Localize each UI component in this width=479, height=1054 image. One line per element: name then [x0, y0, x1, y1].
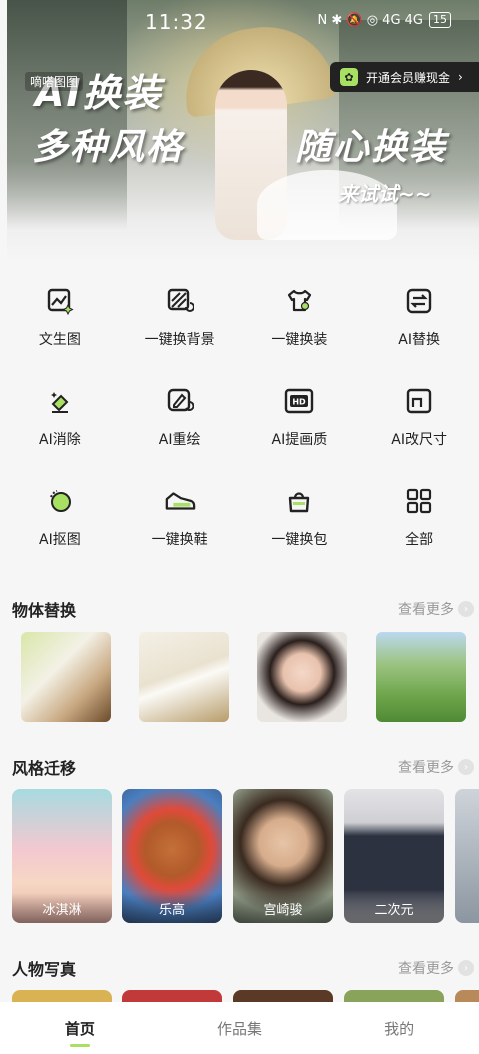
tool-shoe[interactable]: 一键换鞋	[120, 485, 240, 552]
eraser-icon	[44, 385, 76, 417]
tool-label: AI消除	[39, 432, 81, 448]
banner-subtitle-left: 多种风格	[32, 127, 185, 168]
status-icons: N ✱ 🔕 ◎ 4G 4G 15	[317, 12, 451, 28]
section-title: 风格迁移	[12, 759, 77, 778]
style-card[interactable]: 冰淇淋	[12, 789, 112, 923]
svg-text:HD: HD	[293, 398, 307, 407]
cutout-icon	[44, 485, 76, 517]
section-style-transfer: 风格迁移 查看更多 ›	[12, 755, 474, 779]
object-replace-list	[0, 632, 479, 722]
nav-home[interactable]: 首页	[20, 1018, 140, 1047]
bag-icon	[283, 485, 315, 517]
style-card-caption: 宫崎骏	[233, 893, 333, 923]
tool-label: 全部	[405, 532, 434, 548]
vip-badge-icon: ✿	[340, 68, 358, 86]
view-more-label: 查看更多	[398, 602, 454, 618]
resize-icon	[403, 385, 435, 417]
tool-replace[interactable]: AI替换	[359, 285, 479, 352]
tool-eraser[interactable]: AI消除	[0, 385, 120, 452]
section-title: 人物写真	[12, 960, 77, 979]
style-card-caption: 乐高	[122, 893, 222, 923]
status-time: 11:32	[145, 10, 208, 34]
banner-brand: 嘀嗒图图	[25, 72, 84, 91]
style-card-caption: 冰淇淋	[12, 893, 112, 923]
app-screen: 11:32 N ✱ 🔕 ◎ 4G 4G 15 AI换装 嘀嗒图图 多种风格 随心…	[0, 0, 479, 1054]
tool-label: 一键换包	[271, 532, 328, 548]
style-card-caption: 二次元	[344, 893, 444, 923]
text-to-image-icon	[44, 285, 76, 317]
tool-label: AI提画质	[271, 432, 328, 448]
tool-outfit-swap[interactable]: 一键换装	[240, 285, 360, 352]
chevron-right-icon: ›	[458, 70, 463, 84]
tool-label: 一键换鞋	[151, 532, 208, 548]
battery-icon: 15	[429, 12, 451, 28]
tool-grid: 文生图 一键换背景 一键换装 AI替换 AI消除 AI重绘 HD AI提画质 A…	[0, 285, 479, 552]
chevron-right-icon: ›	[458, 960, 474, 976]
style-card[interactable]: 宫崎骏	[233, 789, 333, 923]
nav-profile[interactable]: 我的	[339, 1018, 459, 1039]
tool-text-to-image[interactable]: 文生图	[0, 285, 120, 352]
shoe-icon	[164, 485, 196, 517]
tool-label: AI改尺寸	[391, 432, 447, 448]
tool-all[interactable]: 全部	[359, 485, 479, 552]
tool-cutout[interactable]: AI抠图	[0, 485, 120, 552]
chevron-right-icon: ›	[458, 759, 474, 775]
section-portrait: 人物写真 查看更多 ›	[12, 956, 474, 980]
section-object-replace: 物体替换 查看更多 ›	[12, 597, 474, 621]
tool-label: 一键换背景	[144, 332, 215, 348]
view-more-button[interactable]: 查看更多 ›	[398, 958, 474, 978]
replace-icon	[403, 285, 435, 317]
tool-label: 一键换装	[271, 332, 328, 348]
status-indicators: N ✱ 🔕 ◎ 4G 4G	[317, 12, 424, 28]
bottom-nav: 首页 作品集 我的	[0, 1002, 479, 1054]
view-more-button[interactable]: 查看更多 ›	[398, 599, 474, 619]
view-more-button[interactable]: 查看更多 ›	[398, 757, 474, 777]
style-card[interactable]	[455, 789, 479, 923]
outfit-swap-icon	[283, 285, 315, 317]
vip-label: 开通会员赚现金	[366, 70, 451, 85]
grid-icon	[403, 485, 435, 517]
view-more-label: 查看更多	[398, 961, 454, 977]
tool-resize[interactable]: AI改尺寸	[359, 385, 479, 452]
tool-label: AI替换	[398, 332, 440, 348]
object-thumb-outdoor[interactable]	[376, 632, 466, 722]
style-card[interactable]: 二次元	[344, 789, 444, 923]
style-card[interactable]: 乐高	[122, 789, 222, 923]
banner-cta[interactable]: 来试试~~	[338, 178, 432, 207]
tool-redraw[interactable]: AI重绘	[120, 385, 240, 452]
view-more-label: 查看更多	[398, 760, 454, 776]
hd-icon: HD	[283, 385, 315, 417]
background-swap-icon	[164, 285, 196, 317]
style-transfer-list: 冰淇淋 乐高 宫崎骏 二次元	[0, 789, 479, 923]
tool-label: AI抠图	[39, 532, 81, 548]
tool-background-swap[interactable]: 一键换背景	[120, 285, 240, 352]
object-thumb-shoes[interactable]	[21, 632, 111, 722]
object-thumb-bag[interactable]	[139, 632, 229, 722]
tool-bag[interactable]: 一键换包	[240, 485, 360, 552]
redraw-icon	[164, 385, 196, 417]
tool-label: AI重绘	[158, 432, 201, 448]
banner-subtitle-right: 随心换装	[295, 127, 448, 168]
section-title: 物体替换	[12, 601, 77, 620]
vip-button[interactable]: ✿ 开通会员赚现金 ›	[330, 62, 479, 92]
tool-label: 文生图	[38, 332, 81, 348]
object-thumb-portrait[interactable]	[257, 632, 347, 722]
chevron-right-icon: ›	[458, 601, 474, 617]
nav-works[interactable]: 作品集	[179, 1018, 299, 1039]
tool-hd[interactable]: HD AI提画质	[240, 385, 360, 452]
